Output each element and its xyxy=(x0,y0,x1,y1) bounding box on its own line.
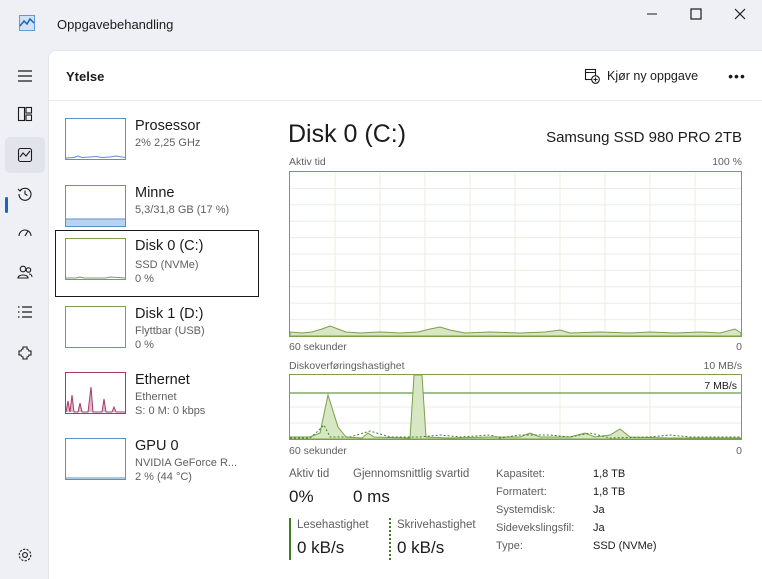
property-key: Kapasitet: xyxy=(496,468,545,480)
active-time-label: Aktiv tid xyxy=(289,468,330,480)
active-time-value: 0% xyxy=(289,487,314,506)
settings-icon xyxy=(18,548,32,562)
property-value: Ja xyxy=(593,504,605,516)
device-usage: 2 % (44 °C) xyxy=(135,471,192,483)
property-value: Ja xyxy=(593,522,605,534)
device-detail: Ethernet xyxy=(135,391,177,403)
graph2-time-span: 60 sekunder xyxy=(289,445,347,457)
device-name: Prosessor xyxy=(135,118,201,134)
graph1-max: 100 % xyxy=(712,156,742,168)
main-panel: Ytelse Kjør ny oppgave ••• Prosessor 2% … xyxy=(48,50,762,579)
device-detail: SSD (NVMe) xyxy=(135,259,199,271)
device-usage: S: 0 M: 0 kbps xyxy=(135,405,206,417)
processes-icon xyxy=(17,106,33,122)
device-name: GPU 0 xyxy=(135,438,179,454)
startup-apps-icon xyxy=(18,229,32,237)
run-task-icon xyxy=(584,68,600,84)
device-usage: 0 % xyxy=(135,339,154,351)
property-key: Formatert: xyxy=(496,486,547,498)
page-header: Ytelse Kjør ny oppgave ••• xyxy=(49,51,762,101)
nav-processes[interactable] xyxy=(5,96,45,132)
graph1-label: Aktiv tid xyxy=(289,156,326,168)
property-value: 1,8 TB xyxy=(593,468,626,480)
nav-performance[interactable] xyxy=(5,137,45,173)
memory-thumbnail xyxy=(65,185,126,227)
disk1-thumbnail xyxy=(65,306,126,348)
device-detail: Flyttbar (USB) xyxy=(135,325,205,337)
details-icon xyxy=(18,306,32,318)
property-value: SSD (NVMe) xyxy=(593,540,657,552)
title-bar: Oppgavebehandling xyxy=(0,0,762,50)
device-name: Minne xyxy=(135,185,175,201)
nav-users[interactable] xyxy=(5,254,45,290)
response-time-value: 0 ms xyxy=(353,487,390,506)
device-detail: NVIDIA GeForce R... xyxy=(135,457,238,469)
property-key: Systemdisk: xyxy=(496,504,556,516)
active-time-graph xyxy=(289,171,742,337)
transfer-rate-graph: 7 MB/s xyxy=(289,374,742,440)
menu-button[interactable] xyxy=(5,58,45,94)
services-icon xyxy=(18,346,32,360)
transfer-rate-plot xyxy=(290,375,741,439)
device-item-ethernet[interactable]: Ethernet Ethernet S: 0 M: 0 kbps xyxy=(55,365,259,431)
device-name: Disk 0 (C:) xyxy=(135,238,204,254)
run-new-task-button[interactable]: Kjør ny oppgave xyxy=(584,65,698,87)
write-speed-value: 0 kB/s xyxy=(397,538,445,557)
page-title: Ytelse xyxy=(66,69,105,84)
read-speed-value: 0 kB/s xyxy=(297,538,345,557)
run-task-label: Kjør ny oppgave xyxy=(607,69,699,83)
minimize-button[interactable] xyxy=(630,0,674,28)
device-item-disk0[interactable]: Disk 0 (C:) SSD (NVMe) 0 % xyxy=(55,230,259,297)
nav-services[interactable] xyxy=(5,335,45,371)
device-name: Disk 1 (D:) xyxy=(135,306,204,322)
performance-icon xyxy=(17,147,33,163)
nav-startup-apps[interactable] xyxy=(5,215,45,251)
write-speed-indicator xyxy=(389,518,391,560)
graph2-marker: 7 MB/s xyxy=(704,380,737,392)
property-key: Sidevekslingsfil: xyxy=(496,522,575,534)
gpu-thumbnail xyxy=(65,438,126,480)
write-speed-label: Skrivehastighet xyxy=(397,519,476,531)
nav-app-history[interactable] xyxy=(5,176,45,212)
graph2-label: Diskoverføringshastighet xyxy=(289,360,405,372)
app-icon xyxy=(19,15,35,31)
device-item-processor[interactable]: Prosessor 2% 2,25 GHz xyxy=(55,111,259,177)
processor-thumbnail xyxy=(65,118,126,160)
graph1-min: 0 xyxy=(736,341,742,353)
active-nav-indicator xyxy=(5,197,8,213)
app-history-icon xyxy=(17,187,32,201)
close-icon xyxy=(734,8,746,20)
response-time-label: Gjennomsnittlig svartid xyxy=(353,468,470,480)
detail-title: Disk 0 (C:) xyxy=(288,120,407,148)
app-title: Oppgavebehandling xyxy=(57,17,174,32)
menu-icon xyxy=(18,70,32,82)
maximize-icon xyxy=(690,8,702,20)
property-key: Type: xyxy=(496,540,523,552)
ethernet-thumbnail xyxy=(65,372,126,414)
nav-settings[interactable] xyxy=(5,537,45,573)
active-time-plot xyxy=(290,172,741,336)
device-item-gpu0[interactable]: GPU 0 NVIDIA GeForce R... 2 % (44 °C) xyxy=(55,431,259,497)
close-button[interactable] xyxy=(718,0,762,28)
device-item-disk1[interactable]: Disk 1 (D:) Flyttbar (USB) 0 % xyxy=(55,299,259,365)
maximize-button[interactable] xyxy=(674,0,718,28)
detail-model: Samsung SSD 980 PRO 2TB xyxy=(546,129,742,146)
disk0-thumbnail xyxy=(65,238,126,280)
property-value: 1,8 TB xyxy=(593,486,626,498)
graph1-time-span: 60 sekunder xyxy=(289,341,347,353)
nav-details[interactable] xyxy=(5,294,45,330)
device-usage: 0 % xyxy=(135,273,154,285)
read-speed-label: Lesehastighet xyxy=(297,519,369,531)
graph2-min: 0 xyxy=(736,445,742,457)
graph2-max: 10 MB/s xyxy=(703,360,742,372)
read-speed-indicator xyxy=(289,518,291,560)
nav-rail xyxy=(0,50,48,579)
minimize-icon xyxy=(647,13,657,15)
device-name: Ethernet xyxy=(135,372,190,388)
device-detail: 5,3/31,8 GB (17 %) xyxy=(135,204,230,216)
device-detail: 2% 2,25 GHz xyxy=(135,137,201,149)
more-options-button[interactable]: ••• xyxy=(725,67,749,85)
users-icon xyxy=(17,265,33,279)
